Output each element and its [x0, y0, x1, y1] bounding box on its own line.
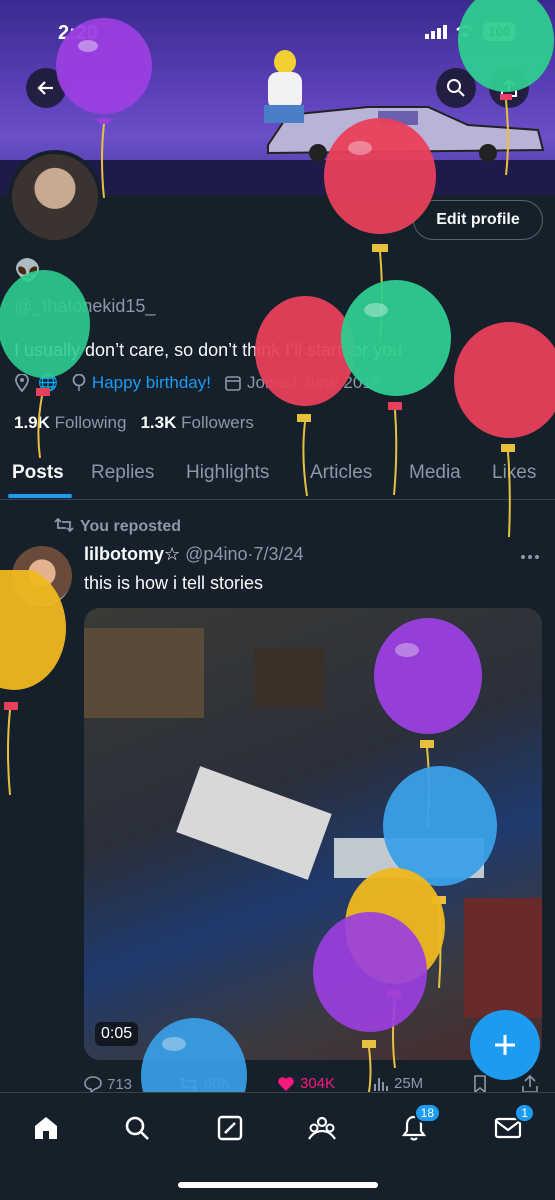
communities-icon: [308, 1116, 336, 1140]
following-count: 1.9K: [14, 413, 50, 432]
post-date[interactable]: 7/3/24: [253, 544, 303, 564]
like-count: 304K: [300, 1075, 336, 1092]
tab-posts[interactable]: Posts: [12, 462, 64, 484]
joined-item: Joined June 2015: [225, 373, 381, 393]
profile-meta: 🌐 Happy birthday! Joined June 2015: [14, 373, 381, 393]
nav-messages[interactable]: 1: [491, 1103, 535, 1145]
repost-count: 60K: [204, 1075, 231, 1092]
repost-label: You reposted: [80, 518, 182, 535]
plus-icon: [495, 1035, 515, 1055]
video-scene-paper: [334, 838, 484, 878]
post-author-name[interactable]: lilbotomy☆: [84, 544, 180, 564]
tab-replies[interactable]: Replies: [91, 462, 154, 484]
red-balloon-3: [454, 322, 555, 537]
search-button[interactable]: [436, 68, 476, 108]
profile-bio: I usually don’t care, so don’t think I’l…: [14, 340, 403, 360]
tab-articles[interactable]: Articles: [310, 462, 372, 484]
profile-avatar[interactable]: [8, 150, 102, 244]
nav-search[interactable]: [120, 1111, 154, 1145]
active-tab-indicator: [8, 494, 72, 498]
share-icon: [501, 78, 517, 97]
repost-icon: [54, 517, 74, 533]
post-header: lilbotomy☆ @p4ino·7/3/24: [84, 544, 304, 565]
follow-stats: 1.9K Following 1.3K Followers: [14, 413, 254, 433]
tab-likes[interactable]: Likes: [492, 462, 536, 484]
video-duration: 0:05: [95, 1022, 139, 1046]
nav-notifications[interactable]: 18: [397, 1103, 441, 1145]
like-button[interactable]: 304K: [277, 1075, 335, 1092]
following-label: Following: [54, 413, 127, 432]
reply-count: 713: [107, 1075, 133, 1093]
home-indicator: [178, 1182, 378, 1188]
repost-icon: [179, 1076, 199, 1091]
nav-home[interactable]: [29, 1111, 63, 1145]
video-scene-debris: [176, 766, 332, 880]
status-time: 2:20: [58, 22, 99, 44]
followers-count: 1.3K: [140, 413, 177, 432]
signal-icon: [425, 24, 448, 39]
edit-profile-button[interactable]: Edit profile: [413, 200, 543, 240]
calendar-icon: [225, 376, 241, 391]
tab-media[interactable]: Media: [409, 462, 461, 484]
birthday-text[interactable]: Happy birthday!: [92, 373, 211, 393]
display-name: 👽: [14, 258, 42, 283]
balloon-icon: [72, 374, 86, 391]
repost-button[interactable]: 60K: [179, 1075, 231, 1092]
location-icon: [15, 374, 29, 392]
back-button[interactable]: [26, 68, 66, 108]
back-arrow-icon: [37, 81, 53, 95]
profile-handle: @_thatonekid15_: [14, 296, 156, 316]
search-icon: [125, 1116, 149, 1140]
views-count: 25M: [394, 1075, 424, 1092]
post-video[interactable]: [84, 608, 542, 1060]
more-icon: [521, 555, 539, 559]
bookmark-button[interactable]: [473, 1075, 487, 1093]
flag-emoji-icon: 🌐: [38, 375, 58, 392]
post-author-handle[interactable]: @p4ino: [185, 544, 247, 564]
messages-badge: 1: [514, 1103, 535, 1123]
post-author-avatar[interactable]: [12, 546, 72, 606]
battery-indicator: 100: [483, 22, 515, 41]
search-icon: [447, 79, 465, 97]
video-scene-box: [254, 648, 324, 708]
video-scene-chair: [464, 898, 542, 1018]
views-button[interactable]: 25M: [373, 1075, 423, 1092]
followers-label: Followers: [181, 413, 254, 432]
home-icon: [35, 1117, 57, 1139]
status-bar: 2:20 100: [0, 18, 555, 48]
wifi-icon: [456, 25, 475, 38]
more-options-button[interactable]: [520, 544, 540, 565]
profile-tabs: Posts Replies Highlights Articles Media …: [0, 452, 555, 500]
views-icon: [374, 1077, 388, 1091]
banner-character: [264, 50, 304, 123]
notifications-badge: 18: [413, 1103, 441, 1123]
following-link[interactable]: 1.9K Following: [14, 413, 126, 433]
compose-icon: [217, 1115, 243, 1141]
joined-text: Joined June 2015: [247, 373, 382, 392]
status-icons: 100: [425, 22, 515, 41]
bookmark-icon: [474, 1075, 486, 1093]
followers-link[interactable]: 1.3K Followers: [140, 413, 253, 433]
share-icon: [522, 1075, 538, 1093]
video-scene-shelf: [84, 628, 204, 718]
nav-communities[interactable]: [305, 1111, 339, 1145]
birthday-item: Happy birthday!: [72, 373, 211, 393]
reply-button[interactable]: 713: [84, 1075, 132, 1093]
repost-indicator: You reposted: [54, 517, 181, 536]
heart-icon: [278, 1076, 294, 1091]
post-text: this is how i tell stories: [84, 573, 264, 593]
reply-icon: [84, 1076, 102, 1093]
nav-grok[interactable]: [213, 1111, 247, 1145]
share-post-button[interactable]: [522, 1075, 538, 1093]
share-button[interactable]: [489, 68, 529, 108]
compose-post-button[interactable]: [470, 1010, 540, 1080]
tab-highlights[interactable]: Highlights: [186, 462, 269, 484]
